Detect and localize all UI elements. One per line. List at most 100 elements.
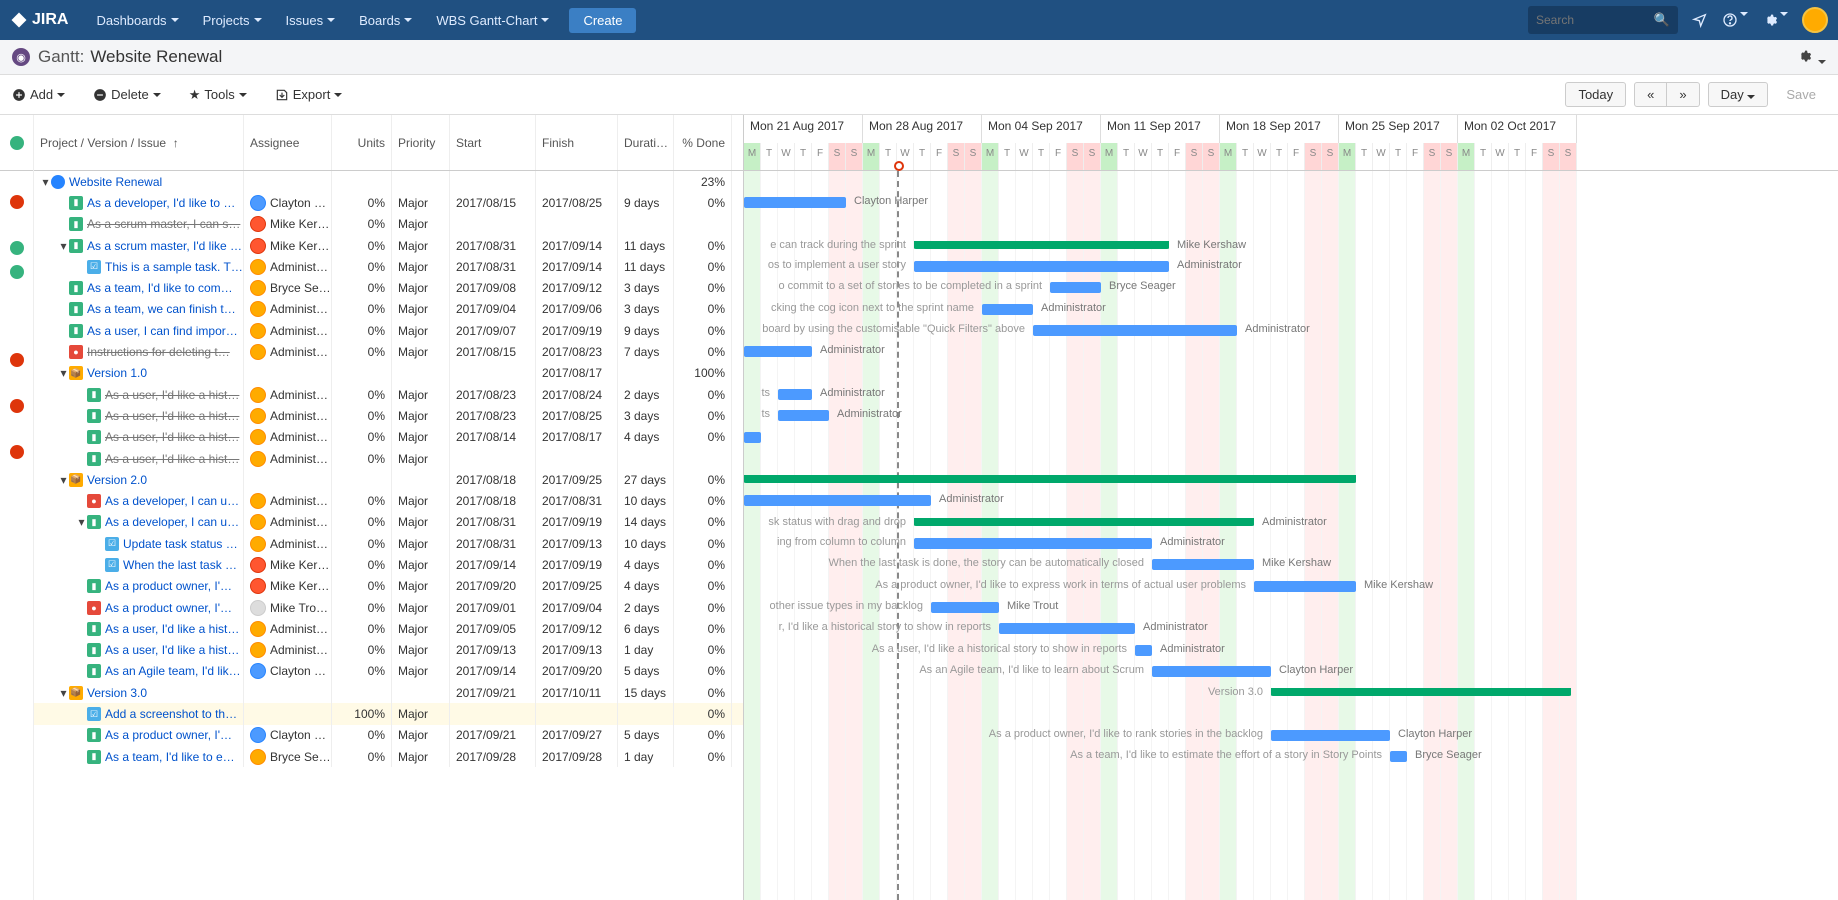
table-row[interactable]: ☑Add a screenshot to th…100%Major0% [34, 703, 743, 724]
col-header-assignee[interactable]: Assignee [244, 115, 332, 170]
today-button[interactable]: Today [1565, 82, 1626, 107]
settings-icon[interactable] [1762, 12, 1788, 28]
table-row[interactable]: ☑This is a sample task. T…Administ…0%Maj… [34, 256, 743, 277]
add-button[interactable]: Add [12, 87, 65, 102]
gantt-task-bar[interactable]: Administrator [744, 495, 931, 506]
table-row[interactable]: ▮As a scrum master, I can s…Mike Ker…0%M… [34, 214, 743, 235]
feedback-icon[interactable] [1692, 12, 1708, 28]
delete-button[interactable]: Delete [93, 87, 161, 102]
table-row[interactable]: ▮As a user, I'd like a hist…Administ…0%M… [34, 405, 743, 426]
col-header-units[interactable]: Units [332, 115, 392, 170]
issue-name[interactable]: Add a screenshot to th… [105, 707, 237, 721]
gantt-task-bar[interactable]: Bryce Seagero commit to a set of stories… [1050, 282, 1101, 293]
table-row[interactable]: ▮As a user, I'd like a hist…Administ…0%M… [34, 618, 743, 639]
gantt-summary-bar[interactable] [744, 475, 1356, 483]
issue-name[interactable]: As a developer, I'd like to … [87, 196, 235, 210]
search-box[interactable]: 🔍 [1528, 6, 1678, 34]
export-button[interactable]: Export [275, 87, 343, 102]
table-row[interactable]: ▮As an Agile team, I'd lik…Clayton …0%Ma… [34, 661, 743, 682]
issue-name[interactable]: As a product owner, I'… [105, 579, 232, 593]
gantt-task-bar[interactable]: Administrator board by using the customi… [1033, 325, 1237, 336]
gantt-task-bar[interactable]: Administrator [744, 346, 812, 357]
col-header-start[interactable]: Start [450, 115, 536, 170]
issue-name[interactable]: Version 1.0 [87, 366, 147, 380]
table-row[interactable]: ▾📦Version 3.02017/09/212017/10/1115 days… [34, 682, 743, 703]
table-row[interactable]: ▾Website Renewal23% [34, 171, 743, 192]
table-row[interactable]: ▮As a user, I'd like a hist…Administ…0%M… [34, 384, 743, 405]
issue-name[interactable]: Version 2.0 [87, 473, 147, 487]
gantt-task-bar[interactable]: Administratorts [778, 410, 829, 421]
table-row[interactable]: ▮As a user, I can find impor…Administ…0%… [34, 320, 743, 341]
table-row[interactable]: ▮As a team, I'd like to e…Bryce Se…0%Maj… [34, 746, 743, 767]
issue-name[interactable]: As a product owner, I'… [105, 601, 232, 615]
issue-name[interactable]: This is a sample task. T… [105, 260, 243, 274]
issue-name[interactable]: Version 3.0 [87, 686, 147, 700]
help-icon[interactable] [1722, 12, 1748, 28]
table-row[interactable]: ☑Update task status …Administ…0%Major201… [34, 533, 743, 554]
table-row[interactable]: ▾📦Version 2.02017/08/182017/09/2527 days… [34, 469, 743, 490]
issue-name[interactable]: As a team, I'd like to e… [105, 750, 235, 764]
nav-item-dashboards[interactable]: Dashboards [86, 7, 188, 34]
gantt-task-bar[interactable]: Administratoring from column to column [914, 538, 1152, 549]
issue-name[interactable]: As a product owner, I'… [105, 728, 232, 742]
table-row[interactable]: ▮As a team, we can finish t…Administ…0%M… [34, 299, 743, 320]
issue-name[interactable]: As a team, I'd like to com… [87, 281, 233, 295]
table-row[interactable]: ▮As a product owner, I'…Mike Ker…0%Major… [34, 576, 743, 597]
gantt-summary-bar[interactable]: Mike Kershawe can track during the sprin… [914, 241, 1169, 249]
gantt-task-bar[interactable]: Administratorr, I'd like a historical st… [999, 623, 1135, 634]
table-row[interactable]: ▮As a developer, I'd like to …Clayton …0… [34, 192, 743, 213]
col-header-duration[interactable]: Durati… [618, 115, 674, 170]
table-row[interactable]: ▾▮As a scrum master, I'd like …Mike Ker…… [34, 235, 743, 256]
gantt-task-bar[interactable]: Clayton HarperAs an Agile team, I'd like… [1152, 666, 1271, 677]
gantt-task-bar[interactable]: Clayton Harper [744, 197, 846, 208]
table-row[interactable]: ▮As a product owner, I'…Clayton …0%Major… [34, 725, 743, 746]
issue-name[interactable]: When the last task … [123, 558, 237, 572]
table-row[interactable]: ▮As a team, I'd like to com…Bryce Se…0%M… [34, 277, 743, 298]
nav-item-projects[interactable]: Projects [193, 7, 272, 34]
table-row[interactable]: ▮As a user, I'd like a hist…Administ…0%M… [34, 427, 743, 448]
issue-name[interactable]: As a user, I can find impor… [87, 324, 238, 338]
issue-name[interactable]: Website Renewal [69, 175, 162, 189]
col-header-issue[interactable]: Project / Version / Issue ↑ [34, 115, 244, 170]
col-header-done[interactable]: % Done [674, 115, 732, 170]
issue-name[interactable]: As a user, I'd like a hist… [105, 409, 239, 423]
expand-toggle[interactable]: ▾ [58, 473, 69, 487]
issue-name[interactable]: As a user, I'd like a hist… [105, 643, 239, 657]
user-avatar[interactable] [1802, 7, 1828, 33]
issue-name[interactable]: Update task status … [123, 537, 238, 551]
table-row[interactable]: ▾▮As a developer, I can u…Administ…0%Maj… [34, 512, 743, 533]
issue-name[interactable]: Instructions for deleting t… [87, 345, 230, 359]
nav-item-boards[interactable]: Boards [349, 7, 422, 34]
gantt-task-bar[interactable]: Administratoros to implement a user stor… [914, 261, 1169, 272]
table-row[interactable]: ▮As a user, I'd like a hist…Administ…0%M… [34, 448, 743, 469]
gantt-task-bar[interactable]: Mike KershawWhen the last task is done, … [1152, 559, 1254, 570]
scale-select[interactable]: Day [1708, 82, 1769, 107]
table-row[interactable]: ●As a product owner, I'…Mike Tro…0%Major… [34, 597, 743, 618]
issue-name[interactable]: As a developer, I can u… [105, 494, 239, 508]
page-settings-icon[interactable] [1796, 48, 1826, 67]
issue-name[interactable]: As a team, we can finish t… [87, 302, 236, 316]
issue-name[interactable]: As a developer, I can u… [105, 515, 239, 529]
gantt-task-bar[interactable]: Mike KershawAs a product owner, I'd like… [1254, 581, 1356, 592]
issue-name[interactable]: As a user, I'd like a hist… [105, 430, 239, 444]
gantt-summary-bar[interactable]: Administratorsk status with drag and dro… [914, 518, 1254, 526]
gantt-task-bar[interactable]: istrator [744, 432, 761, 443]
issue-name[interactable]: As a user, I'd like a hist… [105, 452, 239, 466]
expand-toggle[interactable]: ▾ [58, 366, 69, 380]
issue-name[interactable]: As a user, I'd like a hist… [105, 388, 239, 402]
gantt-task-bar[interactable]: Clayton HarperAs a product owner, I'd li… [1271, 730, 1390, 741]
table-row[interactable]: ▮As a user, I'd like a hist…Administ…0%M… [34, 640, 743, 661]
expand-toggle[interactable]: ▾ [58, 686, 69, 700]
expand-toggle[interactable]: ▾ [76, 515, 87, 529]
jira-logo[interactable]: JIRA [10, 11, 68, 29]
col-header-priority[interactable]: Priority [392, 115, 450, 170]
issue-name[interactable]: As an Agile team, I'd lik… [105, 664, 241, 678]
issue-name[interactable]: As a scrum master, I can s… [87, 217, 240, 231]
create-button[interactable]: Create [569, 8, 636, 33]
table-row[interactable]: ▾📦Version 1.02017/08/17100% [34, 363, 743, 384]
tools-button[interactable]: ★ Tools [189, 87, 247, 103]
issue-name[interactable]: As a user, I'd like a hist… [105, 622, 239, 636]
table-row[interactable]: ●As a developer, I can u…Administ…0%Majo… [34, 490, 743, 511]
nav-item-wbs-gantt-chart[interactable]: WBS Gantt-Chart [426, 7, 559, 34]
gantt-summary-bar[interactable]: Version 3.0 [1271, 688, 1571, 696]
